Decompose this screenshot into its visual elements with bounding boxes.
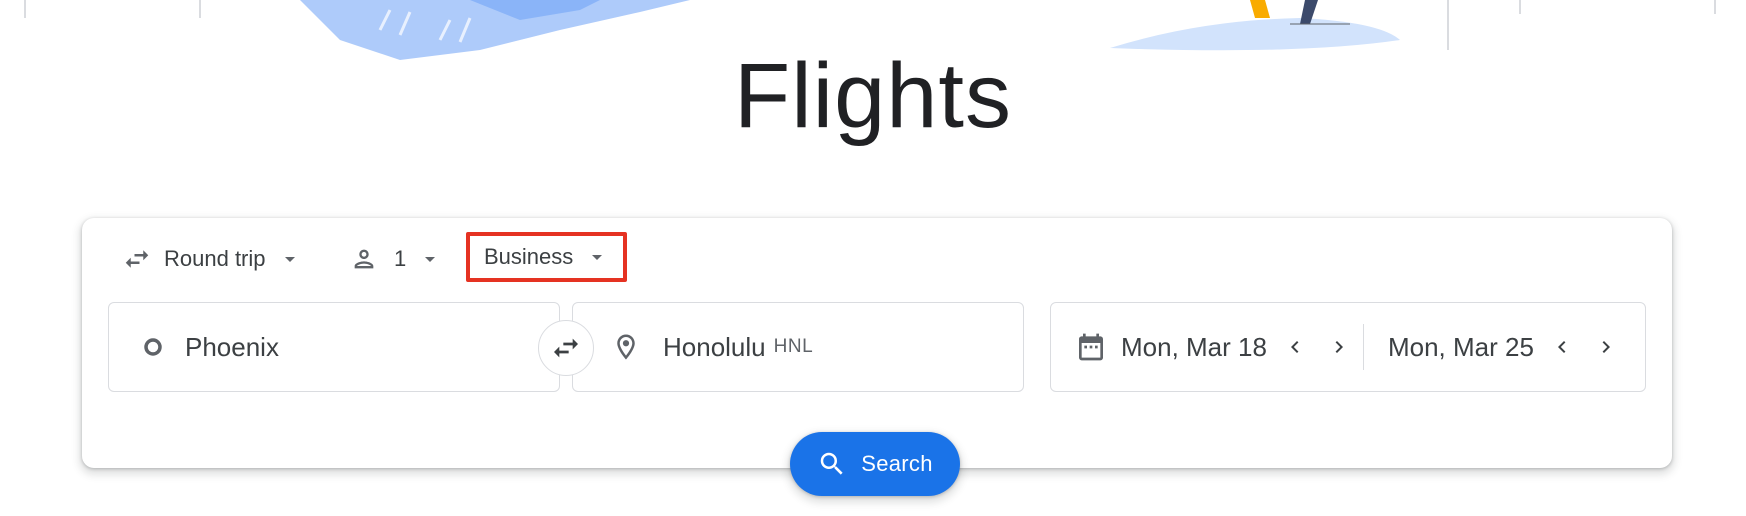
flight-search-card: Round trip 1 Business Phoenix Honolulu H… [82,218,1672,468]
origin-input[interactable]: Phoenix [108,302,560,392]
circle-outline-icon [141,335,165,359]
caret-down-icon [278,247,302,271]
passenger-selector[interactable]: 1 [350,236,442,282]
origin-value: Phoenix [185,331,279,362]
departure-prev-button[interactable] [1275,327,1315,367]
search-options-row: Round trip 1 Business [82,218,1672,302]
destination-value: Honolulu [663,331,766,362]
destination-input[interactable]: Honolulu HNL [572,302,1024,392]
return-date-block: Mon, Mar 25 [1368,303,1626,391]
trip-type-label: Round trip [164,246,266,271]
chevron-left-icon [1290,341,1299,353]
caret-down-icon [418,247,442,271]
return-prev-button[interactable] [1542,327,1582,367]
departure-date[interactable]: Mon, Mar 18 [1121,332,1267,363]
chevron-right-icon [1602,341,1610,353]
departure-next-button[interactable] [1319,327,1359,367]
search-button[interactable]: Search [790,432,960,496]
return-date[interactable]: Mon, Mar 25 [1388,332,1534,363]
passenger-count: 1 [394,246,407,271]
search-button-label: Search [861,451,933,476]
calendar-icon [1075,331,1107,363]
destination-airport-code: HNL [773,336,814,357]
chevron-left-icon [1557,341,1566,353]
person-icon [350,245,378,273]
swap-horiz-icon [122,244,152,274]
chevron-right-icon [1335,341,1343,353]
cabin-class-selector[interactable]: Business [466,232,628,282]
caret-down-icon [585,245,609,269]
date-divider [1362,324,1364,370]
location-pin-icon [611,332,641,362]
return-next-button[interactable] [1586,327,1626,367]
page-title: Flights [734,45,1012,147]
search-icon [817,449,847,479]
trip-type-selector[interactable]: Round trip [122,236,302,282]
swap-arrows-icon [550,332,582,364]
dates-field: Mon, Mar 18 Mon, Mar 25 [1050,302,1646,392]
cabin-class-label: Business [484,244,574,269]
departure-date-block: Mon, Mar 18 [1051,303,1359,391]
swap-locations-button[interactable] [538,320,594,376]
